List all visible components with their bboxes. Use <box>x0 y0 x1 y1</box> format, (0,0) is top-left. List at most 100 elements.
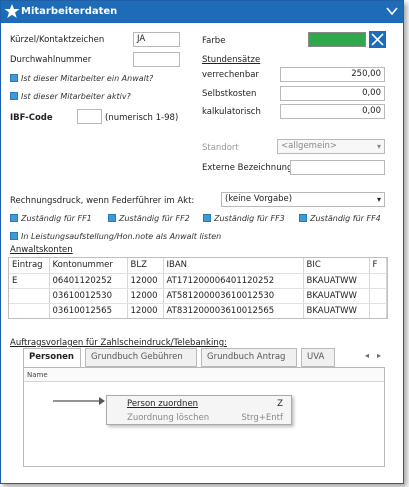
ibf-label: IBF-Code <box>10 113 53 123</box>
column-header[interactable]: F <box>369 258 387 274</box>
selbstkosten-label: Selbstkosten <box>202 89 257 99</box>
zustaendig-ff2-checkbox[interactable]: Zuständig für FF2 <box>108 214 190 223</box>
verrechenbar-label: verrechenbar <box>202 70 259 80</box>
zustaendig-ff4-label: Zuständig für FF4 <box>310 214 381 223</box>
durchwahl-label: Durchwahlnummer <box>10 55 92 65</box>
mitarbeiterdaten-window: Mitarbeiterdaten Kürzel/Kontaktzeichen J… <box>0 0 404 484</box>
tab-scroll-left-icon[interactable]: ◂ <box>365 351 369 360</box>
title-bar: Mitarbeiterdaten <box>1 1 403 23</box>
zustaendig-ff1-checkbox[interactable]: Zuständig für FF1 <box>10 214 92 223</box>
tab-grundbuch-gebuehren[interactable]: Grundbuch Gebühren <box>85 348 197 367</box>
chevron-down-icon[interactable] <box>385 4 399 18</box>
cell: 06401120252 <box>49 273 128 289</box>
menu-item-shortcut: Z <box>277 399 283 409</box>
checkbox-checked-icon <box>10 74 18 82</box>
cell: 12000 <box>127 288 164 304</box>
auftragsvorlagen-link[interactable]: Auftragsvorlagen für Zahlscheindruck/Tel… <box>10 338 227 348</box>
anwaltskonten-link[interactable]: Anwaltskonten <box>10 245 73 255</box>
column-header[interactable]: Eintrag <box>9 258 50 274</box>
aktiv-checkbox[interactable]: Ist dieser Mitarbeiter aktiv? <box>10 92 131 101</box>
column-header[interactable]: Kontonummer <box>49 258 128 274</box>
tab-scroll-right-icon[interactable]: ▸ <box>377 351 381 360</box>
star-icon <box>4 4 20 18</box>
table-row[interactable]: 03610012565 12000 AT831200003610012565 B… <box>9 303 387 318</box>
column-header[interactable]: BIC <box>303 258 370 274</box>
checkbox-checked-icon <box>10 232 18 240</box>
anwaltskonten-table[interactable]: Eintrag Kontonummer BLZ IBAN BIC F E 064… <box>8 257 388 319</box>
menu-item-label: Person zuordnen <box>127 399 199 409</box>
leistungsaufstellung-checkbox[interactable]: In Leistungsaufstellung/Hon.note als Anw… <box>10 232 221 241</box>
cell: AT831200003610012565 <box>163 303 304 318</box>
menu-item-shortcut: Strg+Entf <box>241 413 283 423</box>
dropdown-arrow-icon: ▾ <box>376 195 381 204</box>
checkbox-checked-icon <box>299 214 307 222</box>
cell <box>369 273 387 289</box>
arrow-icon <box>53 397 105 405</box>
leistungsaufstellung-label: In Leistungsaufstellung/Hon.note als Anw… <box>21 232 222 241</box>
table-row[interactable]: E 06401120252 12000 AT171200006401120252… <box>9 273 387 289</box>
menu-item-person-zuordnen[interactable]: Person zuordnen Z <box>107 397 291 411</box>
kuerzel-label: Kürzel/Kontaktzeichen <box>10 35 105 45</box>
cell: 12000 <box>127 273 164 289</box>
standort-select[interactable]: <allgemein> ▾ <box>277 139 385 154</box>
kalkulatorisch-label: kalkulatorisch <box>202 107 261 117</box>
cell: AT171200006401120252 <box>163 273 304 289</box>
cell: 12000 <box>127 303 164 318</box>
durchwahl-input[interactable] <box>133 52 180 67</box>
cell: BKAUATWW <box>303 288 370 304</box>
cell: 03610012565 <box>49 303 128 318</box>
ibf-input[interactable] <box>77 109 102 124</box>
externe-label: Externe Bezeichnung <box>202 163 293 173</box>
tab-grundbuch-antrag[interactable]: Grundbuch Antrag <box>201 348 297 367</box>
context-menu: Person zuordnen Z Zuordnung löschen Strg… <box>106 395 292 425</box>
zustaendig-ff3-checkbox[interactable]: Zuständig für FF3 <box>203 214 285 223</box>
tab-personen[interactable]: Personen <box>23 348 81 368</box>
farbe-label: Farbe <box>202 36 226 46</box>
checkbox-checked-icon <box>10 214 18 222</box>
window-title: Mitarbeiterdaten <box>21 6 118 17</box>
name-column-header[interactable]: Name <box>27 371 48 379</box>
rechnungsdruck-value: (keine Vorgabe) <box>225 194 293 204</box>
kalkulatorisch-input[interactable]: 0,00 <box>280 104 385 119</box>
anwalt-checkbox-label: Ist dieser Mitarbeiter ein Anwalt? <box>21 74 154 83</box>
cell: AT581200003610012530 <box>163 288 304 304</box>
selbstkosten-input[interactable]: 0,00 <box>280 86 385 101</box>
aktiv-checkbox-label: Ist dieser Mitarbeiter aktiv? <box>21 92 131 101</box>
table-header-row: Eintrag Kontonummer BLZ IBAN BIC F <box>9 258 387 274</box>
cell: 03610012530 <box>49 288 128 304</box>
cell <box>369 303 387 318</box>
tab-bar: Personen Grundbuch Gebühren Grundbuch An… <box>23 348 383 368</box>
zustaendig-ff3-label: Zuständig für FF3 <box>214 214 285 223</box>
farbe-color-swatch[interactable] <box>308 32 366 47</box>
zustaendig-ff1-label: Zuständig für FF1 <box>21 214 92 223</box>
stundensaetze-link[interactable]: Stundensätze <box>202 55 260 65</box>
standort-value: <allgemein> <box>281 141 338 151</box>
externe-input[interactable] <box>290 160 385 175</box>
zustaendig-ff2-label: Zuständig für FF2 <box>119 214 190 223</box>
standort-label: Standort <box>202 143 239 153</box>
menu-item-zuordnung-loeschen[interactable]: Zuordnung löschen Strg+Entf <box>107 411 291 425</box>
kuerzel-input[interactable]: JA <box>133 32 180 47</box>
column-header[interactable]: BLZ <box>127 258 164 274</box>
cell <box>9 288 50 304</box>
checkbox-checked-icon <box>203 214 211 222</box>
panel-header: Name <box>24 368 384 382</box>
cell: BKAUATWW <box>303 273 370 289</box>
clear-color-button[interactable] <box>369 31 386 48</box>
cell: E <box>9 273 50 289</box>
checkbox-checked-icon <box>108 214 116 222</box>
column-header[interactable]: IBAN <box>163 258 304 274</box>
cell: BKAUATWW <box>303 303 370 318</box>
verrechenbar-input[interactable]: 250,00 <box>280 67 385 82</box>
ibf-hint: (numerisch 1-98) <box>105 113 179 123</box>
cell <box>369 288 387 304</box>
rechnungsdruck-select[interactable]: (keine Vorgabe) ▾ <box>221 192 385 207</box>
close-icon <box>371 33 384 46</box>
tab-uva[interactable]: UVA <box>301 348 335 367</box>
zustaendig-ff4-checkbox[interactable]: Zuständig für FF4 <box>299 214 381 223</box>
cell <box>9 303 50 318</box>
table-row[interactable]: 03610012530 12000 AT581200003610012530 B… <box>9 288 387 304</box>
menu-item-label: Zuordnung löschen <box>127 413 210 423</box>
anwalt-checkbox[interactable]: Ist dieser Mitarbeiter ein Anwalt? <box>10 74 153 83</box>
checkbox-checked-icon <box>10 92 18 100</box>
